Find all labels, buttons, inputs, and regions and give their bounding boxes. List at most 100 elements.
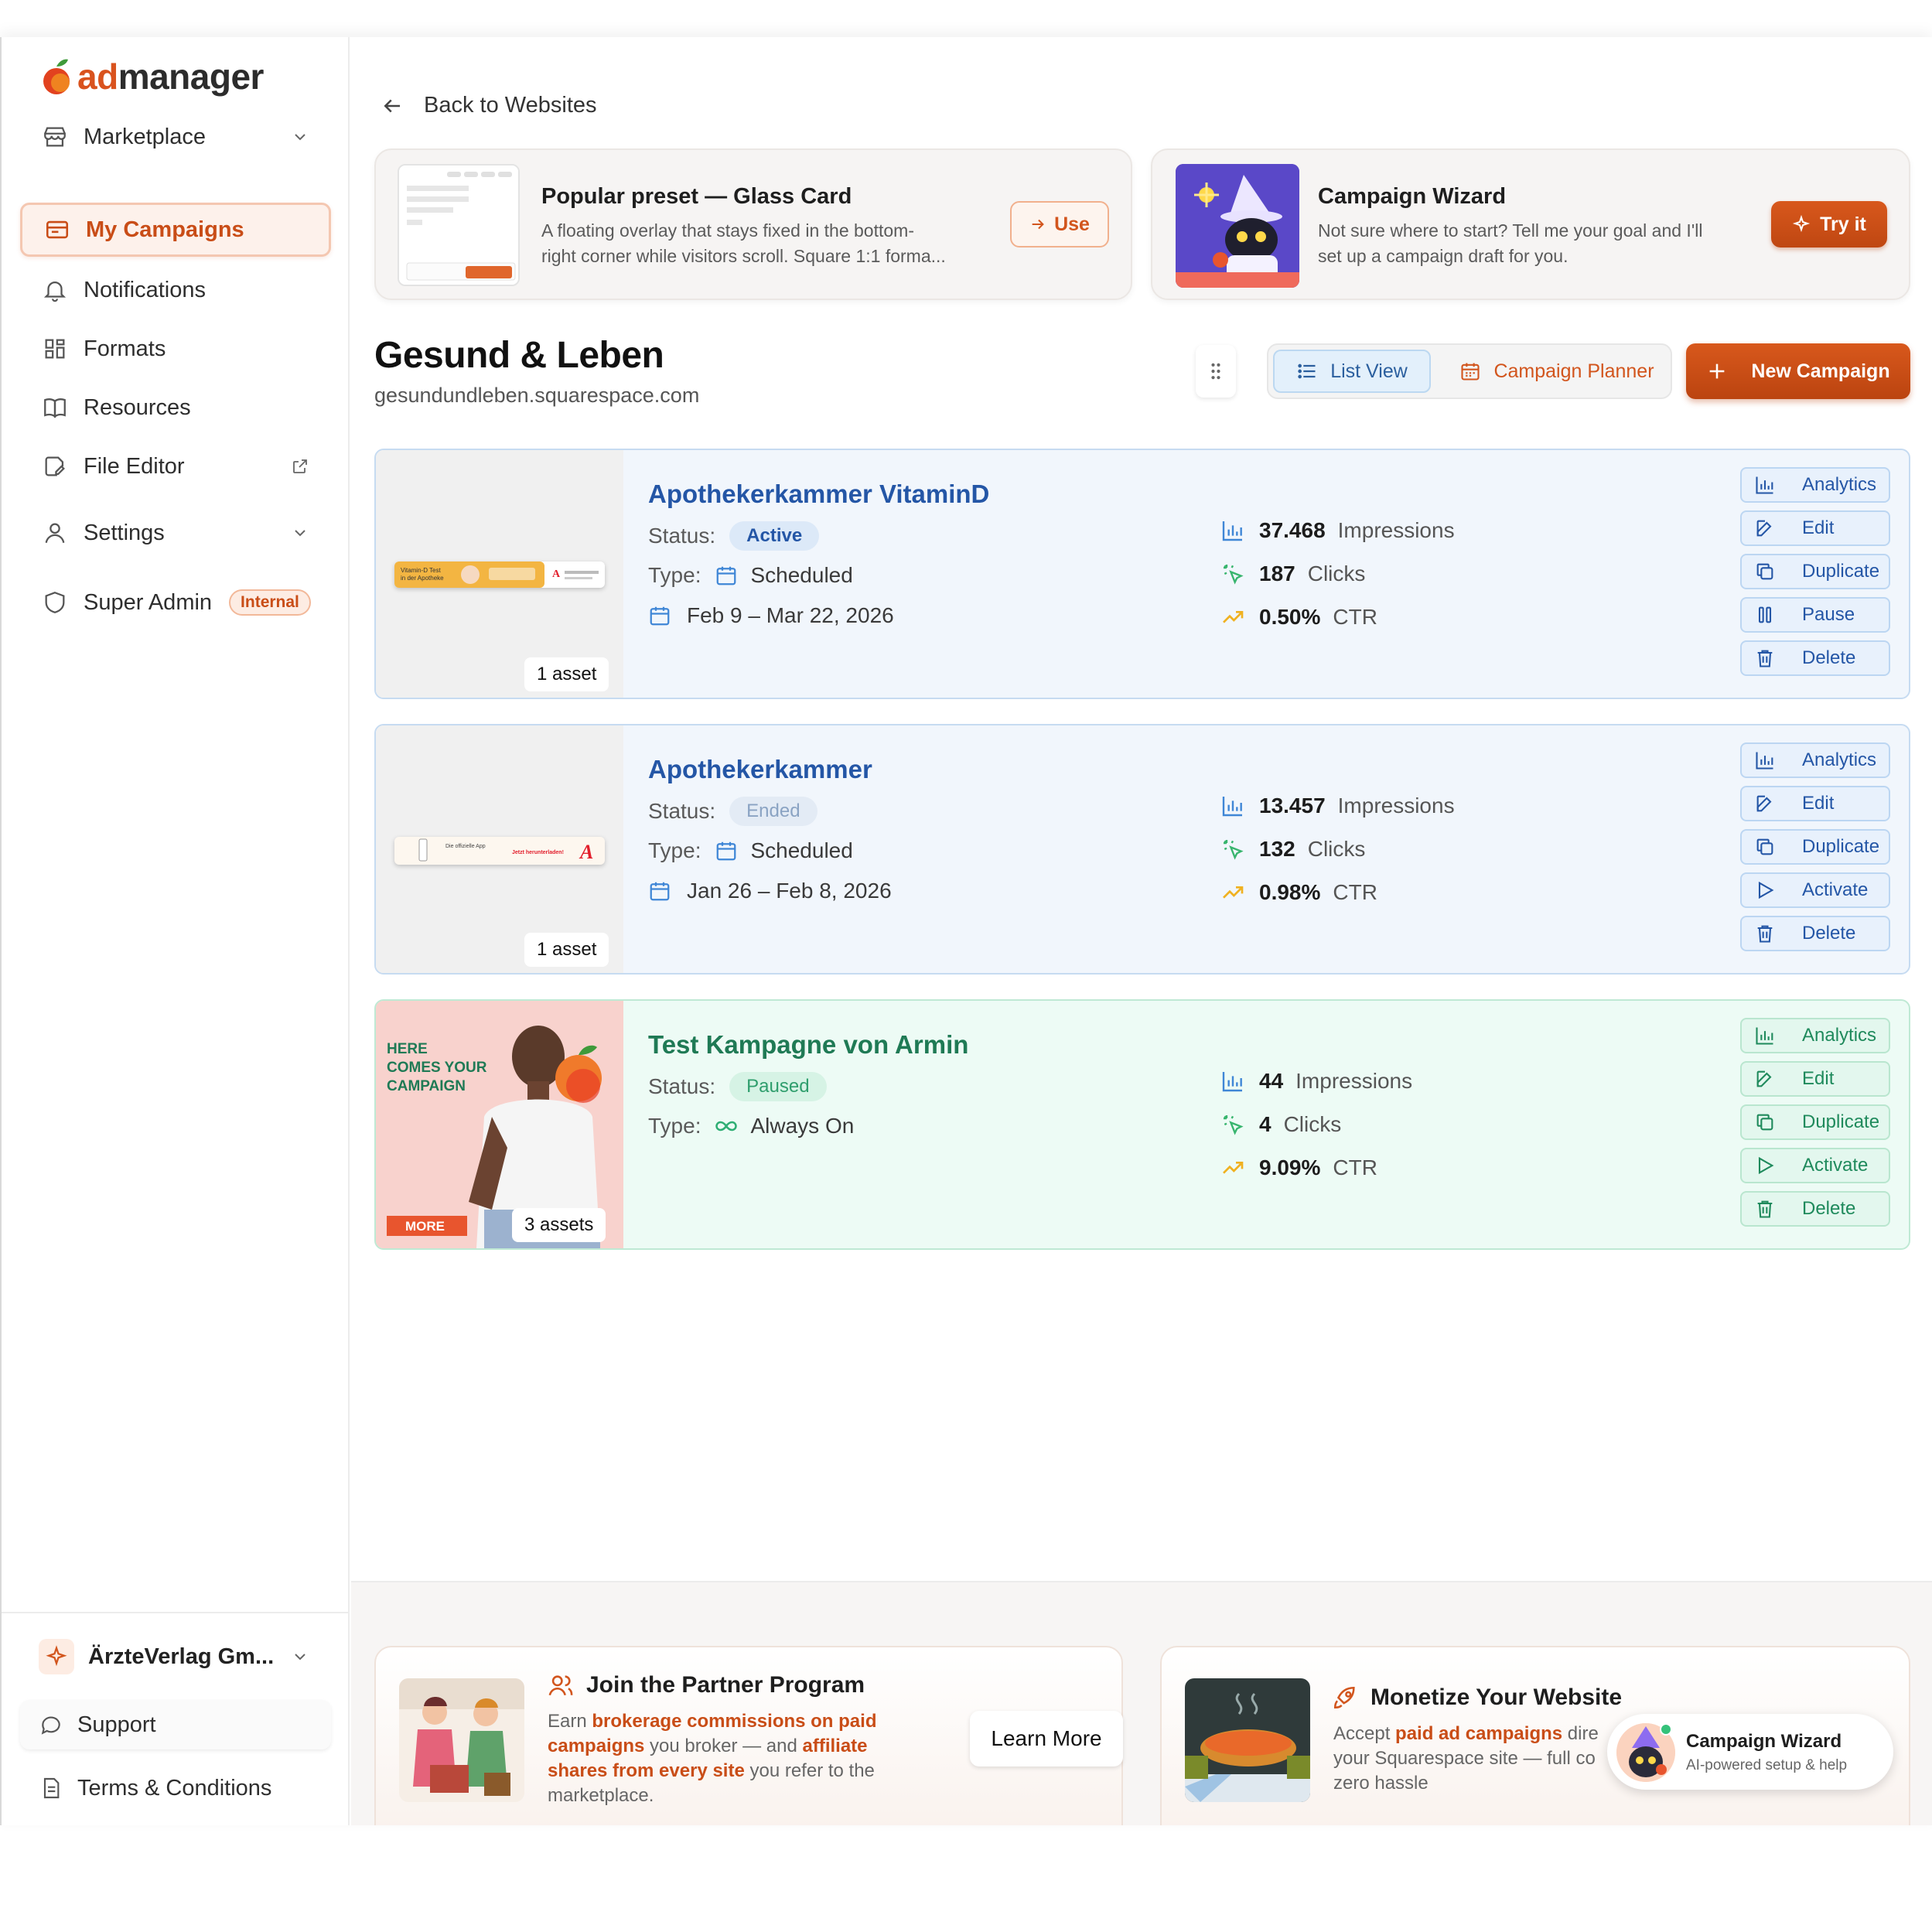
ctr-stat: 9.09% CTR: [1220, 1155, 1377, 1180]
ctr-label: CTR: [1333, 1155, 1377, 1179]
trending-up-icon: [1223, 1162, 1244, 1174]
activate-button[interactable]: Activate: [1740, 1148, 1890, 1183]
chevron-down-icon: [295, 530, 306, 537]
clicks-stat: 187 Clicks: [1220, 562, 1365, 586]
list-icon: [1298, 364, 1316, 379]
campaign-name[interactable]: Apothekerkammer: [648, 755, 872, 784]
app-window: ad manager Marketplace My Campaigns Notif…: [0, 37, 1932, 1825]
ctr-label: CTR: [1333, 605, 1377, 629]
activate-button[interactable]: Activate: [1740, 872, 1890, 908]
impressions-value: 44: [1259, 1069, 1284, 1093]
new-campaign-label: New Campaign: [1751, 360, 1890, 382]
analytics-button[interactable]: Analytics: [1740, 1018, 1890, 1053]
sidebar-item-settings[interactable]: Settings: [20, 506, 331, 560]
calendar-icon: [717, 566, 736, 585]
status-badge: Ended: [729, 797, 818, 826]
terms-link[interactable]: Terms & Conditions: [20, 1763, 331, 1813]
campaign-preview[interactable]: HERE COMES YOUR CAMPAIGN MORE 3 assets: [376, 1001, 623, 1248]
bar-chart-icon: [1222, 797, 1242, 817]
org-name: ÄrzteVerlag Gm...: [88, 1644, 275, 1669]
text: Earn: [548, 1711, 592, 1732]
preset-promo-card: Popular preset — Glass Card A floating o…: [374, 148, 1132, 300]
svg-text:A: A: [579, 841, 593, 863]
plus-icon: [1710, 364, 1725, 379]
sidebar-item-marketplace[interactable]: Marketplace: [20, 110, 331, 164]
file-edit-icon: [45, 456, 65, 476]
campaign-actions: Analytics Edit Duplicate Activate Delete: [1740, 742, 1890, 959]
asset-count: 1 asset: [524, 657, 609, 691]
status-label: Status:: [648, 799, 716, 823]
tab-list-view[interactable]: List View: [1273, 350, 1431, 393]
type-value: Always On: [750, 1114, 855, 1138]
calendar-icon: [1461, 363, 1480, 381]
site-url: gesundundleben.squarespace.com: [374, 384, 700, 407]
try-wizard-button[interactable]: Try it: [1771, 201, 1887, 247]
preview-headline: HERE: [387, 1041, 428, 1057]
type-label: Type:: [648, 563, 701, 587]
date-range: Jan 26 – Feb 8, 2026: [687, 879, 892, 903]
duplicate-button[interactable]: Duplicate: [1740, 1104, 1890, 1140]
wizard-title: Campaign Wizard: [1318, 184, 1507, 209]
clicks-label: Clicks: [1307, 837, 1366, 861]
pause-button[interactable]: Pause: [1740, 597, 1890, 633]
play-icon: [1758, 1156, 1774, 1175]
wizard-desc-line2: set up a campaign draft for you.: [1318, 246, 1568, 266]
delete-button[interactable]: Delete: [1740, 1191, 1890, 1227]
sidebar-item-notifications[interactable]: Notifications: [20, 263, 331, 317]
analytics-button[interactable]: Analytics: [1740, 467, 1890, 503]
sidebar-item-my-campaigns[interactable]: My Campaigns: [20, 203, 331, 257]
sidebar-item-resources[interactable]: Resources: [20, 381, 331, 435]
partner-title: Join the Partner Program: [548, 1672, 865, 1698]
analytics-button[interactable]: Analytics: [1740, 742, 1890, 778]
book-icon: [44, 398, 66, 418]
edit-button[interactable]: Edit: [1740, 1061, 1890, 1097]
edit-label: Edit: [1802, 517, 1835, 538]
new-campaign-button[interactable]: New Campaign: [1686, 343, 1910, 399]
delete-label: Delete: [1802, 923, 1856, 944]
logo[interactable]: ad manager: [39, 56, 264, 97]
document-icon: [43, 1777, 60, 1799]
org-switcher[interactable]: ÄrzteVerlag Gm...: [20, 1629, 331, 1685]
duplicate-button[interactable]: Duplicate: [1740, 554, 1890, 589]
drag-handle[interactable]: [1196, 345, 1236, 398]
support-button[interactable]: Support: [20, 1700, 331, 1749]
date-row: Jan 26 – Feb 8, 2026: [648, 879, 892, 903]
partner-illustration: [399, 1678, 524, 1802]
wizard-illustration: [1176, 164, 1299, 288]
campaign-wizard-widget[interactable]: Campaign Wizard AI-powered setup & help: [1607, 1714, 1893, 1790]
activate-label: Activate: [1802, 1155, 1869, 1176]
delete-button[interactable]: Delete: [1740, 640, 1890, 676]
type-value: Scheduled: [750, 838, 853, 862]
wizard-widget-subtitle: AI-powered setup & help: [1686, 1757, 1848, 1773]
duplicate-button[interactable]: Duplicate: [1740, 829, 1890, 865]
page-title: Gesund & Leben: [374, 335, 664, 376]
campaign-preview[interactable]: Vitamin-D Test in der Apotheke A 1 asset: [376, 450, 623, 698]
apple-logo-icon: [43, 59, 70, 94]
delete-button[interactable]: Delete: [1740, 916, 1890, 951]
rocket-icon: [1333, 1686, 1355, 1709]
preview-headline: CAMPAIGN: [387, 1078, 466, 1094]
preset-title: Popular preset — Glass Card: [541, 184, 852, 209]
click-icon: [1224, 840, 1244, 860]
sidebar-item-super-admin[interactable]: Super Admin Internal: [20, 575, 331, 630]
trending-up-icon: [1223, 611, 1244, 623]
duplicate-icon: [1756, 838, 1773, 855]
campaign-name[interactable]: Apothekerkammer VitaminD: [648, 480, 989, 509]
campaign-name[interactable]: Test Kampagne von Armin: [648, 1030, 968, 1060]
edit-button[interactable]: Edit: [1740, 510, 1890, 546]
sidebar-item-file-editor[interactable]: File Editor: [20, 439, 331, 493]
use-preset-button[interactable]: Use: [1010, 201, 1109, 247]
tab-campaign-planner[interactable]: Campaign Planner: [1445, 350, 1669, 393]
use-label: Use: [1054, 213, 1090, 235]
logo-text-manager: manager: [118, 56, 265, 97]
sidebar-item-formats[interactable]: Formats: [20, 322, 331, 376]
impressions-stat: 37.468 Impressions: [1220, 518, 1455, 543]
edit-icon: [1756, 520, 1772, 537]
back-to-websites-link[interactable]: Back to Websites: [381, 93, 597, 118]
sidebar-item-label: Super Admin: [84, 589, 213, 615]
preset-desc-line1: A floating overlay that stays fixed in t…: [541, 220, 914, 241]
learn-more-button[interactable]: Learn More: [970, 1711, 1123, 1766]
calendar-icon: [717, 841, 736, 861]
edit-button[interactable]: Edit: [1740, 786, 1890, 821]
campaign-preview[interactable]: Die offizielle App Jetzt herunterladen! …: [376, 725, 623, 973]
